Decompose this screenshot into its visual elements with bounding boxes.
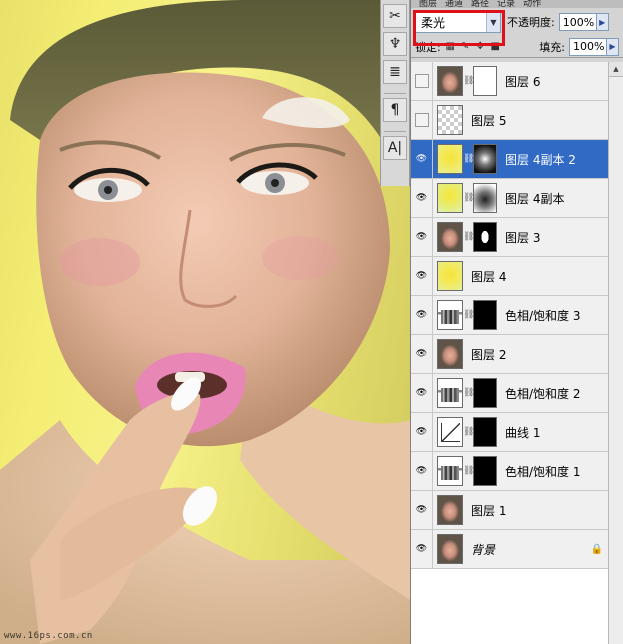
layer-mask-thumbnail[interactable] (473, 417, 497, 447)
link-chain-icon[interactable]: ⛓ (463, 76, 474, 86)
adjustment-histogram-icon[interactable] (437, 300, 463, 330)
adjustment-histogram-icon[interactable] (437, 378, 463, 408)
layer-thumbnail[interactable] (437, 144, 463, 174)
layer-row[interactable]: 👁 图层 1 (411, 490, 609, 530)
layer-thumbnail[interactable] (437, 495, 463, 525)
eye-icon[interactable]: 👁 (411, 217, 433, 257)
layer-row[interactable]: 图层 5 (411, 100, 609, 140)
layer-list-scrollbar[interactable]: ▲ (608, 62, 623, 644)
tab-history[interactable]: 记录 (497, 0, 515, 8)
panel-dock-strip: ✂ ♆ ≣ ¶ A| (380, 0, 410, 186)
lock-icon: 🔒 (590, 543, 603, 555)
link-chain-icon[interactable]: ⛓ (463, 466, 474, 476)
visibility-toggle-empty[interactable] (411, 100, 433, 140)
layer-row[interactable]: 👁 背景 🔒 (411, 529, 609, 569)
layer-name[interactable]: 图层 4 (471, 268, 506, 285)
eye-icon[interactable]: 👁 (411, 139, 433, 179)
layer-mask-thumbnail[interactable] (473, 66, 497, 96)
tab-actions[interactable]: 动作 (523, 0, 541, 8)
tab-layers[interactable]: 图层 (419, 0, 437, 8)
scroll-up-icon[interactable]: ▲ (609, 62, 623, 77)
layer-thumbnail[interactable] (437, 534, 463, 564)
layer-thumbnail[interactable] (437, 66, 463, 96)
layer-name[interactable]: 图层 4副本 2 (505, 151, 576, 168)
layer-mask-thumbnail[interactable] (473, 456, 497, 486)
layer-name[interactable]: 色相/饱和度 1 (505, 463, 581, 480)
link-chain-icon[interactable]: ⛓ (463, 310, 474, 320)
eye-icon[interactable]: 👁 (411, 334, 433, 374)
layer-name[interactable]: 图层 4副本 (505, 190, 564, 207)
link-chain-icon[interactable]: ⛓ (463, 232, 474, 242)
clone-source-icon[interactable]: ♆ (383, 32, 407, 56)
strip-divider (384, 122, 406, 132)
tab-paths[interactable]: 路径 (471, 0, 489, 8)
layer-row[interactable]: 👁 ⛓ 曲线 1 (411, 412, 609, 452)
eye-icon[interactable]: 👁 (411, 451, 433, 491)
link-chain-icon[interactable]: ⛓ (463, 427, 474, 437)
layer-name[interactable]: 背景 (471, 541, 495, 558)
document-canvas[interactable]: www.16ps.com.cn (0, 0, 410, 644)
eye-icon[interactable]: 👁 (411, 295, 433, 335)
eye-icon[interactable]: 👁 (411, 490, 433, 530)
layer-thumbnail[interactable] (437, 105, 463, 135)
layer-thumbnail[interactable] (437, 339, 463, 369)
layer-thumbnail[interactable] (437, 222, 463, 252)
layer-mask-thumbnail[interactable] (473, 222, 497, 252)
brush-settings-icon[interactable]: ✂ (383, 4, 407, 28)
paragraph-icon[interactable]: ¶ (383, 98, 407, 122)
layer-mask-thumbnail[interactable] (473, 378, 497, 408)
layer-list: ⛓ 图层 6 图层 5 👁 ⛓ 图层 4副本 2 👁 ⛓ 图层 4副本 👁 ⛓ 图层 3 👁 图层 4 👁 ⛓… (411, 61, 609, 644)
layer-row[interactable]: 👁 ⛓ 色相/饱和度 2 (411, 373, 609, 413)
layer-name[interactable]: 图层 5 (471, 112, 506, 129)
eye-icon[interactable]: 👁 (411, 529, 433, 569)
tab-channels[interactable]: 通道 (445, 0, 463, 8)
visibility-toggle-empty[interactable] (411, 61, 433, 101)
eye-icon[interactable]: 👁 (411, 256, 433, 296)
link-chain-icon[interactable]: ⛓ (463, 193, 474, 203)
layer-name[interactable]: 图层 3 (505, 229, 540, 246)
layer-row[interactable]: 👁 ⛓ 图层 4副本 2 (411, 139, 609, 179)
layer-row[interactable]: 👁 ⛓ 图层 4副本 (411, 178, 609, 218)
layer-name[interactable]: 曲线 1 (505, 424, 540, 441)
opacity-input[interactable]: 100% (558, 13, 597, 31)
tool-presets-icon[interactable]: ≣ (383, 60, 407, 84)
portrait-photo (0, 0, 410, 644)
layer-name[interactable]: 色相/饱和度 3 (505, 307, 581, 324)
layer-mask-thumbnail[interactable] (473, 300, 497, 330)
adjustment-histogram-icon[interactable] (437, 456, 463, 486)
layer-thumbnail[interactable] (437, 261, 463, 291)
fill-slider-arrow-icon[interactable]: ▶ (607, 37, 619, 56)
watermark-text: www.16ps.com.cn (4, 631, 93, 641)
layer-mask-thumbnail[interactable] (473, 144, 497, 174)
eye-icon[interactable]: 👁 (411, 412, 433, 452)
opacity-slider-arrow-icon[interactable]: ▶ (596, 13, 609, 31)
link-chain-icon[interactable]: ⛓ (463, 388, 474, 398)
layer-row[interactable]: 👁 图层 2 (411, 334, 609, 374)
fill-input[interactable]: 100% (569, 37, 607, 56)
layer-name[interactable]: 色相/饱和度 2 (505, 385, 581, 402)
red-highlight-annotation (413, 10, 505, 46)
layer-row[interactable]: 👁 ⛓ 色相/饱和度 3 (411, 295, 609, 335)
layer-row[interactable]: ⛓ 图层 6 (411, 61, 609, 101)
layer-name[interactable]: 图层 1 (471, 502, 506, 519)
blend-opacity-row: 柔光 ▼ 不透明度: 100% ▶ (411, 8, 623, 46)
layer-mask-thumbnail[interactable] (473, 183, 497, 213)
eye-icon[interactable]: 👁 (411, 373, 433, 413)
link-chain-icon[interactable]: ⛓ (463, 154, 474, 164)
character-icon[interactable]: A| (383, 136, 407, 160)
layer-row[interactable]: 👁 ⛓ 图层 3 (411, 217, 609, 257)
fill-label: 填充: (539, 40, 565, 54)
layer-thumbnail[interactable] (437, 183, 463, 213)
eye-icon[interactable]: 👁 (411, 178, 433, 218)
curves-icon[interactable] (437, 417, 463, 447)
layer-name[interactable]: 图层 2 (471, 346, 506, 363)
panel-tabs: 图层 通道 路径 记录 动作 (411, 0, 623, 8)
strip-divider (384, 84, 406, 94)
layer-name[interactable]: 图层 6 (505, 73, 540, 90)
layer-row[interactable]: 👁 ⛓ 色相/饱和度 1 (411, 451, 609, 491)
layer-row[interactable]: 👁 图层 4 (411, 256, 609, 296)
layers-panel: 图层 通道 路径 记录 动作 柔光 ▼ 不透明度: 100% ▶ 锁定: ▦ ✎ ✥ ■… (410, 0, 623, 644)
opacity-label: 不透明度: (507, 16, 555, 29)
